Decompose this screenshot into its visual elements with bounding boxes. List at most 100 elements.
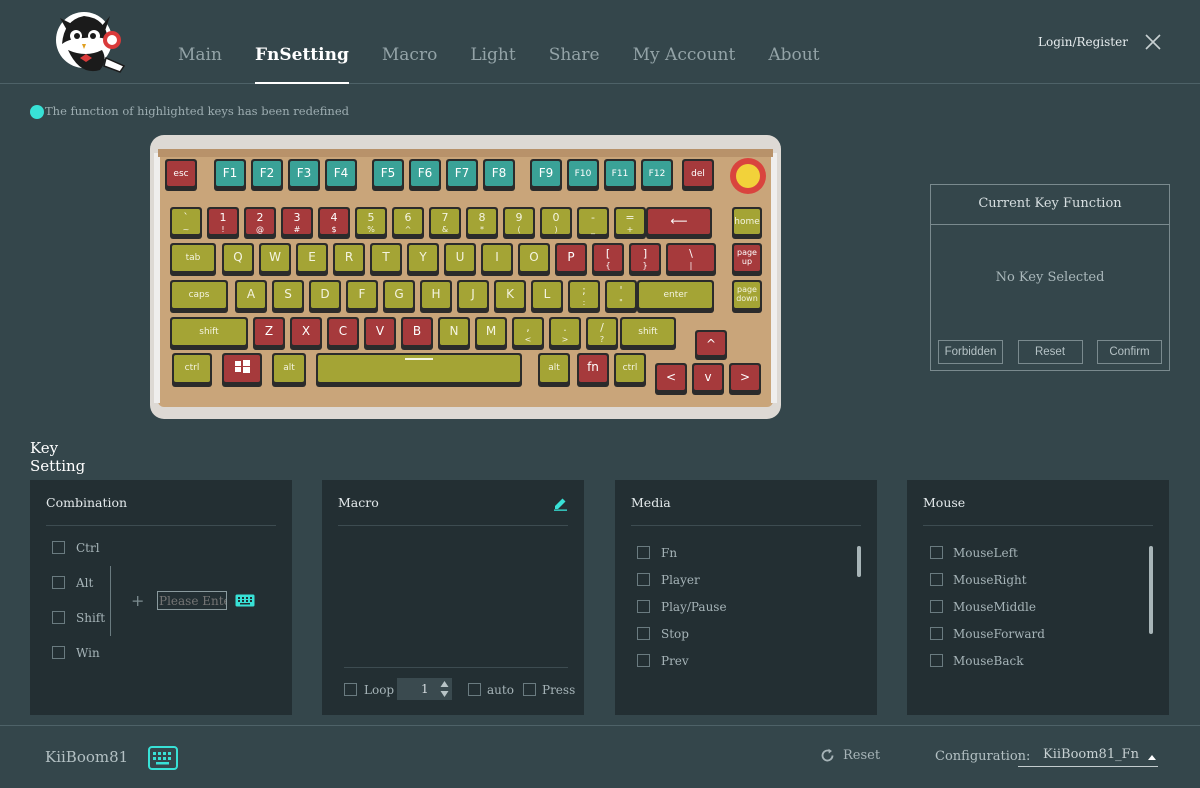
alt-checkbox[interactable]: [52, 576, 65, 589]
keyboard-icon[interactable]: [235, 594, 255, 607]
media-item-checkbox[interactable]: [637, 654, 650, 667]
media-item-fn[interactable]: Fn: [661, 546, 677, 560]
mouse-scrollbar[interactable]: [1149, 546, 1153, 634]
keyboard-key[interactable]: ctrl: [614, 353, 646, 387]
keyboard-key[interactable]: Y: [407, 243, 439, 276]
keyboard-key[interactable]: ]}: [629, 243, 661, 276]
keyboard-key[interactable]: shift: [170, 317, 248, 350]
keyboard-key[interactable]: F12: [641, 159, 673, 191]
mouse-item-left[interactable]: MouseLeft: [953, 546, 1018, 560]
media-item-prev[interactable]: Prev: [661, 654, 689, 668]
keyboard-key[interactable]: G: [383, 280, 415, 313]
media-item-checkbox[interactable]: [637, 573, 650, 586]
tab-my-account[interactable]: My Account: [633, 0, 736, 84]
keyboard-key[interactable]: enter: [637, 280, 714, 313]
keyboard-key[interactable]: U: [444, 243, 476, 276]
keyboard-key[interactable]: 4$: [318, 207, 350, 239]
mouse-item-checkbox[interactable]: [930, 573, 943, 586]
tab-main[interactable]: Main: [178, 0, 222, 84]
tab-fnsetting[interactable]: FnSetting: [254, 0, 349, 84]
keyboard-key[interactable]: F: [346, 280, 378, 313]
keyboard-key[interactable]: alt: [272, 353, 306, 387]
key-setting-tab[interactable]: Key Setting: [30, 439, 106, 486]
keyboard-key[interactable]: \|: [666, 243, 716, 276]
keyboard-key[interactable]: F6: [409, 159, 441, 191]
keyboard-key[interactable]: <: [655, 363, 687, 395]
keyboard-key[interactable]: caps: [170, 280, 228, 313]
media-item-player[interactable]: Player: [661, 573, 700, 587]
media-item-checkbox[interactable]: [637, 600, 650, 613]
keyboard-key[interactable]: -_: [577, 207, 609, 239]
keyboard-key[interactable]: 0): [540, 207, 572, 239]
press-checkbox[interactable]: [523, 683, 536, 696]
keyboard-key[interactable]: .>: [549, 317, 581, 350]
keyboard-key[interactable]: F4: [325, 159, 357, 191]
keyboard-key[interactable]: J: [457, 280, 489, 313]
keyboard-key[interactable]: tab: [170, 243, 216, 276]
keyboard-key[interactable]: W: [259, 243, 291, 276]
keyboard-key[interactable]: pageup: [732, 243, 762, 276]
keyboard-key[interactable]: L: [531, 280, 563, 313]
tab-light[interactable]: Light: [470, 0, 515, 84]
keyboard-key[interactable]: D: [309, 280, 341, 313]
keyboard-key[interactable]: >: [729, 363, 761, 395]
keyboard-key[interactable]: [222, 353, 262, 387]
keyboard-key[interactable]: I: [481, 243, 513, 276]
keyboard-key[interactable]: O: [518, 243, 550, 276]
keyboard-key[interactable]: fn: [577, 353, 609, 387]
keyboard-key[interactable]: ctrl: [172, 353, 212, 387]
mouse-item-middle[interactable]: MouseMiddle: [953, 600, 1036, 614]
footer-reset-button[interactable]: Reset: [820, 748, 880, 763]
loop-count-stepper[interactable]: 1: [397, 678, 452, 700]
keyboard-key[interactable]: F5: [372, 159, 404, 191]
keyboard-key[interactable]: 6^: [392, 207, 424, 239]
keyboard-key[interactable]: v: [692, 363, 724, 395]
confirm-button[interactable]: Confirm: [1097, 340, 1162, 364]
keyboard-key[interactable]: 3#: [281, 207, 313, 239]
keyboard-key[interactable]: C: [327, 317, 359, 350]
mouse-item-checkbox[interactable]: [930, 600, 943, 613]
keyboard-key[interactable]: [316, 353, 522, 387]
keyboard-key[interactable]: F7: [446, 159, 478, 191]
keyboard-key[interactable]: /?: [586, 317, 618, 350]
keyboard-key[interactable]: F9: [530, 159, 562, 191]
keyboard-key[interactable]: '": [605, 280, 637, 313]
keyboard-key[interactable]: F10: [567, 159, 599, 191]
keyboard-key[interactable]: [{: [592, 243, 624, 276]
mouse-item-checkbox[interactable]: [930, 654, 943, 667]
keyboard-key[interactable]: 8*: [466, 207, 498, 239]
keyboard-key[interactable]: 1!: [207, 207, 239, 239]
keyboard-key[interactable]: 7&: [429, 207, 461, 239]
tab-macro[interactable]: Macro: [382, 0, 437, 84]
mouse-item-checkbox[interactable]: [930, 546, 943, 559]
keyboard-key[interactable]: ;:: [568, 280, 600, 313]
keyboard-key[interactable]: 2@: [244, 207, 276, 239]
keyboard-key[interactable]: ⟵: [646, 207, 712, 239]
keyboard-key[interactable]: A: [235, 280, 267, 313]
ctrl-checkbox[interactable]: [52, 541, 65, 554]
shift-checkbox[interactable]: [52, 611, 65, 624]
keyboard-key[interactable]: E: [296, 243, 328, 276]
keyboard-key[interactable]: N: [438, 317, 470, 350]
keyboard-key[interactable]: M: [475, 317, 507, 350]
keyboard-key[interactable]: 9(: [503, 207, 535, 239]
keyboard-key[interactable]: esc: [165, 159, 197, 191]
key-input[interactable]: [157, 591, 227, 610]
media-scrollbar[interactable]: [857, 546, 861, 577]
keyboard-key[interactable]: `~: [170, 207, 202, 239]
keyboard-key[interactable]: F3: [288, 159, 320, 191]
keyboard-key[interactable]: ,<: [512, 317, 544, 350]
keyboard-key[interactable]: shift: [620, 317, 676, 350]
keyboard-key[interactable]: pagedown: [732, 280, 762, 313]
stepper-arrows-icon[interactable]: [440, 680, 449, 698]
loop-checkbox[interactable]: [344, 683, 357, 696]
keyboard-key[interactable]: F8: [483, 159, 515, 191]
keyboard-key[interactable]: V: [364, 317, 396, 350]
edit-icon[interactable]: [553, 496, 568, 511]
keyboard-key[interactable]: del: [682, 159, 714, 191]
media-item-play-pause[interactable]: Play/Pause: [661, 600, 727, 614]
close-icon[interactable]: [1144, 33, 1162, 51]
reset-key-button[interactable]: Reset: [1017, 340, 1083, 364]
keyboard-key[interactable]: X: [290, 317, 322, 350]
mouse-item-right[interactable]: MouseRight: [953, 573, 1027, 587]
